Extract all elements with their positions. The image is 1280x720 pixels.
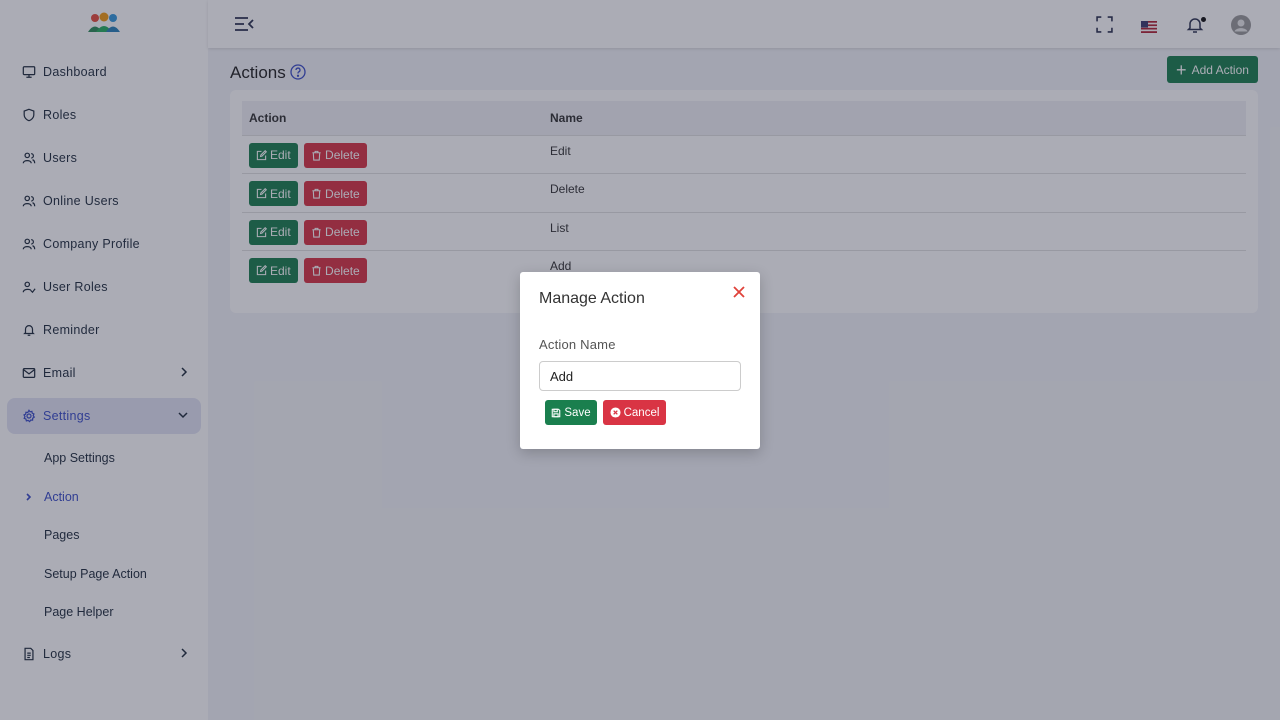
cancel-circle-icon	[610, 407, 621, 418]
save-icon	[552, 408, 561, 417]
action-name-input[interactable]	[539, 361, 741, 391]
cancel-label: Cancel	[623, 406, 660, 419]
action-name-label: Action Name	[539, 337, 616, 352]
cancel-button[interactable]: Cancel	[603, 400, 666, 425]
save-button[interactable]: Save	[545, 400, 597, 425]
manage-action-modal: Manage Action Action Name Save Cancel	[520, 272, 760, 449]
modal-title: Manage Action	[539, 290, 645, 307]
close-icon[interactable]	[732, 285, 748, 301]
save-label: Save	[564, 406, 591, 419]
